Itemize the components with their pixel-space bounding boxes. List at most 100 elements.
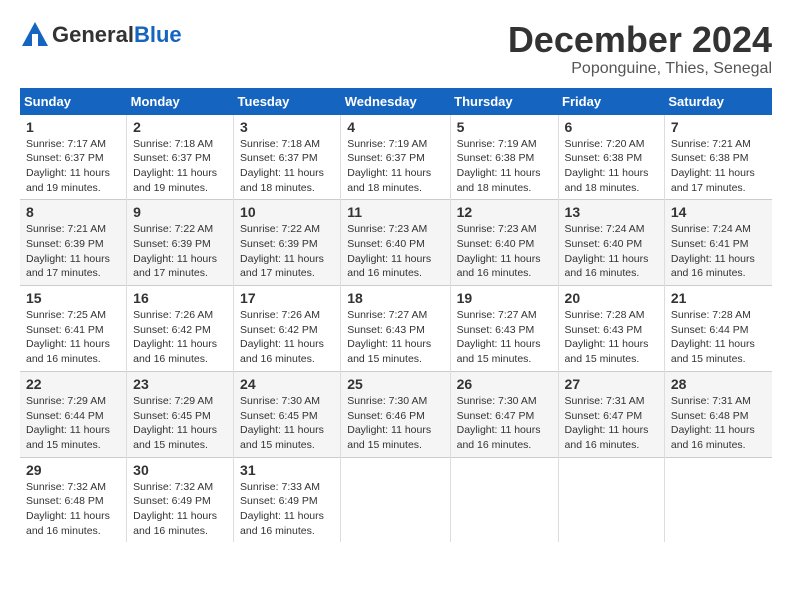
calendar-week-row: 15Sunrise: 7:25 AMSunset: 6:41 PMDayligh… xyxy=(20,286,772,372)
calendar-cell: 16 Sunrise: 7:26 AMSunset: 6:42 PMDayligh… xyxy=(127,286,234,372)
calendar-cell: 20 Sunrise: 7:28 AMSunset: 6:43 PMDayligh… xyxy=(558,286,664,372)
calendar-cell xyxy=(664,457,772,542)
day-number: 3 xyxy=(240,119,336,135)
day-info: Sunrise: 7:22 AMSunset: 6:39 PMDaylight:… xyxy=(240,222,336,281)
day-info: Sunrise: 7:28 AMSunset: 6:44 PMDaylight:… xyxy=(671,308,768,367)
calendar-cell: 18 Sunrise: 7:27 AMSunset: 6:43 PMDayligh… xyxy=(341,286,450,372)
day-number: 11 xyxy=(347,204,445,220)
calendar-cell xyxy=(450,457,558,542)
day-number: 7 xyxy=(671,119,768,135)
day-number: 18 xyxy=(347,290,445,306)
day-header-friday: Friday xyxy=(558,88,664,115)
calendar-cell xyxy=(558,457,664,542)
day-number: 21 xyxy=(671,290,768,306)
calendar-cell: 29 Sunrise: 7:32 AMSunset: 6:48 PMDayligh… xyxy=(20,457,127,542)
day-info: Sunrise: 7:28 AMSunset: 6:43 PMDaylight:… xyxy=(565,308,660,367)
day-info: Sunrise: 7:27 AMSunset: 6:43 PMDaylight:… xyxy=(347,308,445,367)
day-info: Sunrise: 7:31 AMSunset: 6:47 PMDaylight:… xyxy=(565,394,660,453)
calendar-cell: 22 Sunrise: 7:29 AMSunset: 6:44 PMDayligh… xyxy=(20,371,127,457)
day-number: 16 xyxy=(133,290,229,306)
day-number: 25 xyxy=(347,376,445,392)
calendar-cell: 26 Sunrise: 7:30 AMSunset: 6:47 PMDayligh… xyxy=(450,371,558,457)
day-info: Sunrise: 7:33 AMSunset: 6:49 PMDaylight:… xyxy=(240,480,336,539)
day-info: Sunrise: 7:29 AMSunset: 6:44 PMDaylight:… xyxy=(26,394,122,453)
logo-blue-text: Blue xyxy=(134,22,182,47)
day-info: Sunrise: 7:26 AMSunset: 6:42 PMDaylight:… xyxy=(240,308,336,367)
day-number: 12 xyxy=(457,204,554,220)
calendar-cell: 11 Sunrise: 7:23 AMSunset: 6:40 PMDayligh… xyxy=(341,200,450,286)
calendar-cell: 21 Sunrise: 7:28 AMSunset: 6:44 PMDayligh… xyxy=(664,286,772,372)
day-info: Sunrise: 7:29 AMSunset: 6:45 PMDaylight:… xyxy=(133,394,229,453)
day-number: 5 xyxy=(457,119,554,135)
day-number: 9 xyxy=(133,204,229,220)
day-info: Sunrise: 7:19 AMSunset: 6:38 PMDaylight:… xyxy=(457,137,554,196)
day-number: 26 xyxy=(457,376,554,392)
calendar-cell: 14Sunrise: 7:24 AMSunset: 6:41 PMDayligh… xyxy=(664,200,772,286)
day-header-saturday: Saturday xyxy=(664,88,772,115)
day-info: Sunrise: 7:32 AMSunset: 6:49 PMDaylight:… xyxy=(133,480,229,539)
calendar-cell: 15Sunrise: 7:25 AMSunset: 6:41 PMDayligh… xyxy=(20,286,127,372)
day-info: Sunrise: 7:24 AMSunset: 6:41 PMDaylight:… xyxy=(671,222,768,281)
calendar-cell: 31 Sunrise: 7:33 AMSunset: 6:49 PMDayligh… xyxy=(234,457,341,542)
calendar-cell: 8Sunrise: 7:21 AMSunset: 6:39 PMDaylight… xyxy=(20,200,127,286)
day-number: 24 xyxy=(240,376,336,392)
calendar-cell: 12 Sunrise: 7:23 AMSunset: 6:40 PMDayligh… xyxy=(450,200,558,286)
day-info: Sunrise: 7:22 AMSunset: 6:39 PMDaylight:… xyxy=(133,222,229,281)
logo-icon xyxy=(20,20,50,50)
calendar-week-row: 22 Sunrise: 7:29 AMSunset: 6:44 PMDayligh… xyxy=(20,371,772,457)
day-info: Sunrise: 7:30 AMSunset: 6:47 PMDaylight:… xyxy=(457,394,554,453)
calendar-cell: 7 Sunrise: 7:21 AMSunset: 6:38 PMDaylight… xyxy=(664,115,772,200)
calendar-week-row: 8Sunrise: 7:21 AMSunset: 6:39 PMDaylight… xyxy=(20,200,772,286)
day-number: 19 xyxy=(457,290,554,306)
calendar-cell xyxy=(341,457,450,542)
day-number: 20 xyxy=(565,290,660,306)
day-number: 17 xyxy=(240,290,336,306)
day-number: 2 xyxy=(133,119,229,135)
calendar-cell: 2 Sunrise: 7:18 AMSunset: 6:37 PMDaylight… xyxy=(127,115,234,200)
month-title: December 2024 xyxy=(508,20,772,60)
day-info: Sunrise: 7:17 AMSunset: 6:37 PMDaylight:… xyxy=(26,137,122,196)
day-info: Sunrise: 7:31 AMSunset: 6:48 PMDaylight:… xyxy=(671,394,768,453)
day-number: 8 xyxy=(26,204,122,220)
day-number: 23 xyxy=(133,376,229,392)
day-info: Sunrise: 7:24 AMSunset: 6:40 PMDaylight:… xyxy=(565,222,660,281)
day-number: 28 xyxy=(671,376,768,392)
calendar-cell: 1 Sunrise: 7:17 AMSunset: 6:37 PMDaylight… xyxy=(20,115,127,200)
day-info: Sunrise: 7:21 AMSunset: 6:38 PMDaylight:… xyxy=(671,137,768,196)
day-info: Sunrise: 7:30 AMSunset: 6:45 PMDaylight:… xyxy=(240,394,336,453)
day-number: 1 xyxy=(26,119,122,135)
day-info: Sunrise: 7:26 AMSunset: 6:42 PMDaylight:… xyxy=(133,308,229,367)
calendar-cell: 5 Sunrise: 7:19 AMSunset: 6:38 PMDaylight… xyxy=(450,115,558,200)
day-info: Sunrise: 7:18 AMSunset: 6:37 PMDaylight:… xyxy=(240,137,336,196)
calendar-cell: 30Sunrise: 7:32 AMSunset: 6:49 PMDayligh… xyxy=(127,457,234,542)
day-info: Sunrise: 7:23 AMSunset: 6:40 PMDaylight:… xyxy=(457,222,554,281)
day-info: Sunrise: 7:30 AMSunset: 6:46 PMDaylight:… xyxy=(347,394,445,453)
calendar-cell: 3 Sunrise: 7:18 AMSunset: 6:37 PMDaylight… xyxy=(234,115,341,200)
day-header-wednesday: Wednesday xyxy=(341,88,450,115)
day-info: Sunrise: 7:32 AMSunset: 6:48 PMDaylight:… xyxy=(26,480,122,539)
logo: GeneralBlue xyxy=(20,20,182,50)
calendar-cell: 9 Sunrise: 7:22 AMSunset: 6:39 PMDaylight… xyxy=(127,200,234,286)
calendar-cell: 27Sunrise: 7:31 AMSunset: 6:47 PMDayligh… xyxy=(558,371,664,457)
calendar-cell: 19 Sunrise: 7:27 AMSunset: 6:43 PMDayligh… xyxy=(450,286,558,372)
day-info: Sunrise: 7:23 AMSunset: 6:40 PMDaylight:… xyxy=(347,222,445,281)
day-header-sunday: Sunday xyxy=(20,88,127,115)
day-info: Sunrise: 7:18 AMSunset: 6:37 PMDaylight:… xyxy=(133,137,229,196)
page-header: GeneralBlue December 2024 Poponguine, Th… xyxy=(20,20,772,78)
day-header-monday: Monday xyxy=(127,88,234,115)
logo-general-text: General xyxy=(52,22,134,47)
calendar-cell: 13Sunrise: 7:24 AMSunset: 6:40 PMDayligh… xyxy=(558,200,664,286)
day-number: 22 xyxy=(26,376,122,392)
day-info: Sunrise: 7:19 AMSunset: 6:37 PMDaylight:… xyxy=(347,137,445,196)
day-header-thursday: Thursday xyxy=(450,88,558,115)
calendar-week-row: 29 Sunrise: 7:32 AMSunset: 6:48 PMDayligh… xyxy=(20,457,772,542)
day-number: 4 xyxy=(347,119,445,135)
calendar-cell: 25 Sunrise: 7:30 AMSunset: 6:46 PMDayligh… xyxy=(341,371,450,457)
calendar-cell: 23 Sunrise: 7:29 AMSunset: 6:45 PMDayligh… xyxy=(127,371,234,457)
day-number: 6 xyxy=(565,119,660,135)
day-info: Sunrise: 7:27 AMSunset: 6:43 PMDaylight:… xyxy=(457,308,554,367)
calendar-cell: 17 Sunrise: 7:26 AMSunset: 6:42 PMDayligh… xyxy=(234,286,341,372)
day-number: 29 xyxy=(26,462,122,478)
day-number: 31 xyxy=(240,462,336,478)
calendar-cell: 24 Sunrise: 7:30 AMSunset: 6:45 PMDayligh… xyxy=(234,371,341,457)
